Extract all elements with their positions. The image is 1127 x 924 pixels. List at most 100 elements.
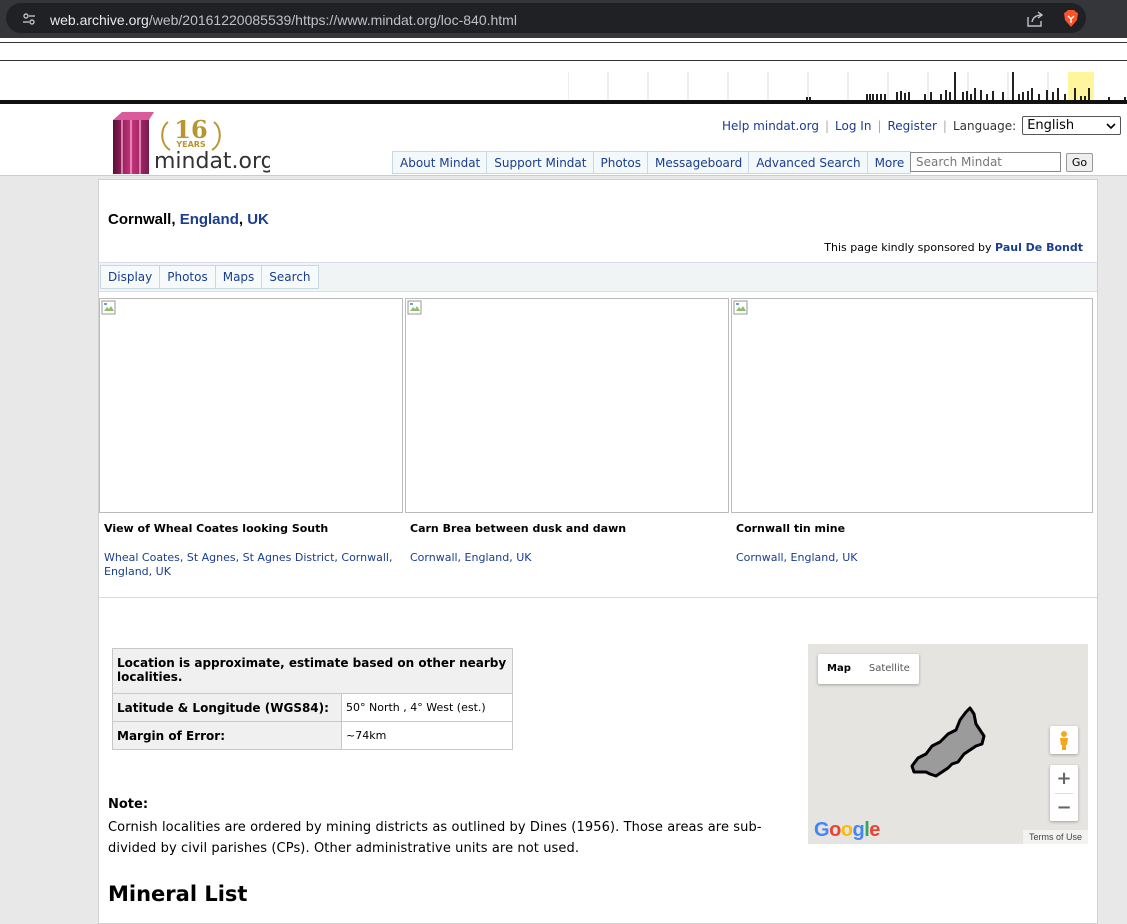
brave-shields-icon[interactable] [1063, 10, 1079, 28]
map-tab-map[interactable]: Map [818, 654, 860, 684]
location-map[interactable]: Map Satellite + − Google Terms of Use [808, 644, 1088, 844]
title-link-uk[interactable]: UK [247, 211, 269, 228]
capture-bar [962, 92, 964, 100]
address-bar[interactable]: web.archive.org/web/20161220085539/https… [6, 3, 1086, 33]
photo-thumbnail-1[interactable] [99, 298, 403, 513]
browser-toolbar: web.archive.org/web/20161220085539/https… [0, 0, 1127, 38]
tab-photos[interactable]: Photos [159, 265, 215, 289]
zoom-control: + − [1050, 765, 1078, 821]
photo-location-2[interactable]: Cornwall, England, UK [410, 551, 710, 565]
nav-support-mindat[interactable]: Support Mindat [487, 152, 594, 173]
tab-maps[interactable]: Maps [214, 265, 262, 289]
photo-caption-2[interactable]: Carn Brea between dusk and dawn [410, 522, 626, 535]
capture-bar [949, 92, 951, 100]
capture-bar [930, 92, 932, 100]
photo-thumbnail-2[interactable] [405, 298, 729, 513]
broken-image-icon [733, 300, 748, 315]
capture-bar [945, 90, 947, 100]
photo-thumbnail-3[interactable] [731, 298, 1093, 513]
sponsor-link[interactable]: Paul De Bondt [995, 241, 1083, 254]
cornwall-outline [910, 706, 986, 778]
photo-caption-3[interactable]: Cornwall tin mine [736, 522, 845, 535]
zoom-out-button[interactable]: − [1050, 794, 1078, 822]
note-text: Cornish localities are ordered by mining… [108, 820, 762, 856]
capture-bar [1088, 88, 1090, 100]
capture-bar [1052, 92, 1054, 100]
help-link[interactable]: Help mindat.org [722, 119, 819, 133]
google-logo-letter: o [840, 819, 853, 841]
main-nav: About Mindat Support Mindat Photos Messa… [392, 151, 912, 174]
capture-bar [992, 91, 994, 100]
link-separator: | [877, 118, 882, 133]
google-logo-letter: G [814, 819, 830, 841]
language-label: Language: [952, 118, 1017, 133]
register-link[interactable]: Register [887, 119, 936, 133]
street-view-pegman[interactable] [1050, 726, 1078, 754]
nav-messageboard[interactable]: Messageboard [648, 152, 750, 173]
photo-location-1[interactable]: Wheal Coates, St Agnes, St Agnes Distric… [104, 551, 394, 579]
photo-location-3[interactable]: Cornwall, England, UK [736, 551, 1036, 565]
nav-advanced-search[interactable]: Advanced Search [749, 152, 868, 173]
google-logo-letter: g [852, 819, 865, 841]
nav-about-mindat[interactable]: About Mindat [393, 152, 488, 173]
google-logo-letter: e [869, 819, 880, 841]
current-year-highlight[interactable] [1068, 72, 1094, 100]
logo-text: mindat.org [154, 149, 270, 174]
capture-bar [896, 92, 898, 100]
title-link-england[interactable]: England [180, 211, 239, 228]
broken-image-icon [101, 300, 116, 315]
margin-label: Margin of Error: [112, 721, 342, 750]
link-separator: | [942, 118, 947, 133]
capture-bar [900, 91, 902, 100]
tab-search[interactable]: Search [261, 265, 319, 289]
capture-bar [1074, 88, 1076, 100]
title-separator: , [238, 211, 248, 228]
main-content: Cornwall, England, UK This page kindly s… [98, 179, 1098, 924]
share-icon[interactable] [1026, 11, 1044, 27]
language-value: English [1027, 118, 1075, 133]
map-tab-satellite[interactable]: Satellite [860, 654, 919, 684]
search-input[interactable]: Search Mindat [910, 152, 1061, 172]
sponsor-text: This page kindly sponsored by [824, 241, 996, 254]
section-divider [99, 597, 1097, 598]
subnav-tabs: Display Photos Maps Search [100, 265, 319, 289]
capture-bar [1046, 90, 1048, 100]
logo-years-word: YEARS [175, 140, 206, 149]
url-text[interactable]: web.archive.org/web/20161220085539/https… [50, 12, 517, 28]
nav-more[interactable]: More [868, 152, 911, 173]
google-logo: Google [814, 819, 880, 842]
wayback-top-rule [0, 42, 1127, 43]
wayback-mid-rule [0, 60, 1127, 61]
capture-bar [974, 88, 976, 100]
broken-image-icon [407, 300, 422, 315]
capture-bar [1057, 88, 1059, 100]
photo-caption-1[interactable]: View of Wheal Coates looking South [104, 522, 328, 535]
margin-value: ~74km [341, 721, 513, 750]
mineral-list-heading: Mineral List [108, 882, 248, 906]
capture-sparkline[interactable] [568, 72, 1127, 100]
capture-bar [904, 93, 906, 100]
map-terms-link[interactable]: Terms of Use [1022, 830, 1088, 844]
page-subnav: Display Photos Maps Search [99, 262, 1097, 292]
zoom-in-button[interactable]: + [1050, 765, 1078, 793]
location-approx-header: Location is approximate, estimate based … [112, 648, 513, 694]
note-label: Note: [108, 797, 149, 812]
tab-display[interactable]: Display [100, 265, 160, 289]
site-settings-icon[interactable] [22, 12, 36, 26]
link-separator: | [824, 118, 830, 133]
mindat-logo[interactable]: 16 YEARS mindat.org [110, 110, 270, 176]
latlong-label: Latitude & Longitude (WGS84): [112, 693, 342, 722]
url-path: /web/20161220085539/https://www.mindat.o… [148, 12, 517, 28]
url-host: web.archive.org [50, 12, 149, 28]
go-button[interactable]: Go [1066, 153, 1093, 172]
capture-bar [966, 91, 968, 100]
latlong-value: 50° North , 4° West (est.) [341, 693, 513, 722]
capture-bar [908, 92, 910, 100]
language-select[interactable]: English [1022, 116, 1122, 135]
login-link[interactable]: Log In [835, 119, 871, 133]
capture-bar [1022, 92, 1024, 100]
capture-bar [980, 90, 982, 100]
nav-photos[interactable]: Photos [594, 152, 648, 173]
capture-bar [1027, 91, 1029, 100]
google-logo-letter: o [829, 819, 841, 841]
